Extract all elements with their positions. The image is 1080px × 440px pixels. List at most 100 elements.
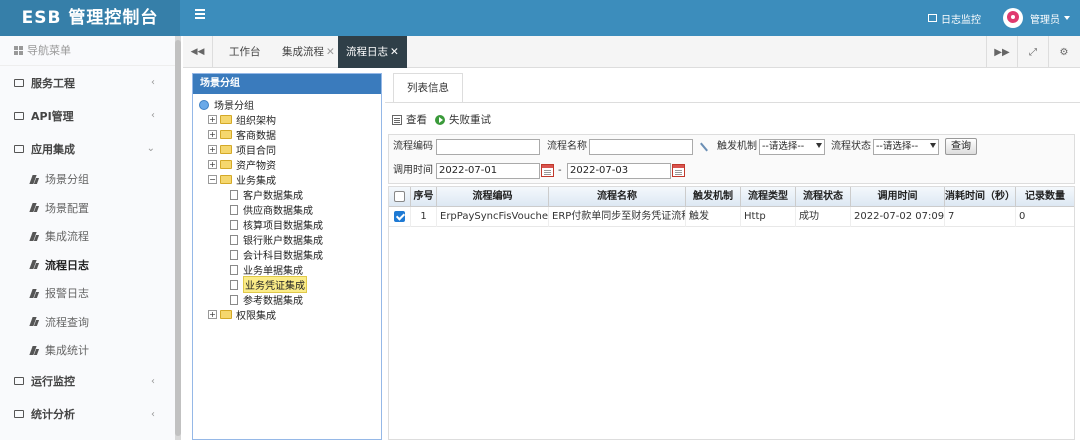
expand-icon[interactable]: +	[208, 115, 217, 124]
tree-root[interactable]: 场景分组	[199, 97, 254, 112]
row-checkbox[interactable]	[394, 210, 405, 222]
status-select[interactable]: --请选择--	[873, 139, 939, 155]
fullscreen-icon[interactable]: ⤢	[1017, 36, 1048, 68]
tree-node[interactable]: + 组织架构	[208, 112, 276, 127]
expand-icon[interactable]: +	[208, 130, 217, 139]
chevron-left-icon: ‹	[151, 77, 155, 88]
tab-label: 工作台	[229, 46, 261, 58]
column-header[interactable]: 记录数量	[1016, 187, 1074, 207]
tree-leaf[interactable]: 客户数据集成	[230, 187, 303, 202]
sidebar-group-integration[interactable]: 应用集成 ⌄	[0, 132, 177, 165]
tree-node[interactable]: + 项目合同	[208, 142, 276, 157]
user-name[interactable]: 管理员	[1030, 11, 1060, 26]
chevron-left-icon: ‹	[151, 110, 155, 121]
chevron-left-icon: ‹	[151, 408, 155, 420]
trigger-select[interactable]: --请选择--	[759, 139, 825, 155]
bolt-icon	[30, 346, 39, 355]
expand-icon[interactable]: +	[208, 310, 217, 319]
tab-label: 集成流程	[282, 46, 324, 58]
expand-icon[interactable]: +	[208, 145, 217, 154]
tab-scroll-right-icon[interactable]: ▶▶	[986, 36, 1017, 68]
tab-list-info[interactable]: 列表信息	[393, 73, 463, 103]
tree-leaf[interactable]: 银行账户数据集成	[230, 232, 323, 247]
close-icon[interactable]: ✕	[326, 46, 335, 58]
name-input[interactable]	[589, 139, 693, 155]
tree-node[interactable]: + 资产物资	[208, 157, 276, 172]
folder-icon	[14, 410, 24, 418]
tree-node-label: 客商数据	[236, 131, 276, 142]
view-label: 查看	[406, 114, 427, 126]
folder-icon	[220, 130, 232, 139]
tree-leaf[interactable]: 参考数据集成	[230, 292, 303, 307]
column-header[interactable]: 流程编码	[437, 187, 549, 207]
tree-node[interactable]: + 客商数据	[208, 127, 276, 142]
expand-icon[interactable]: +	[208, 160, 217, 169]
column-header[interactable]: 触发机制	[686, 187, 741, 207]
sidebar-group-label: 统计分析	[31, 408, 75, 421]
menu-toggle-icon[interactable]	[195, 9, 205, 19]
tab-workbench[interactable]: 工作台	[221, 36, 269, 68]
date-from-input[interactable]: 2022-07-01	[436, 163, 540, 179]
sidebar-item-label: 场景分组	[45, 173, 89, 187]
tree-node[interactable]: − 业务集成	[208, 172, 276, 187]
sidebar-group-api[interactable]: API管理 ‹	[0, 99, 177, 132]
column-header[interactable]: 流程类型	[741, 187, 796, 207]
view-button[interactable]: 查看	[392, 112, 427, 127]
calendar-icon[interactable]	[672, 164, 685, 177]
tree-node-label: 会计科目数据集成	[243, 251, 323, 262]
monitor-icon	[928, 14, 937, 22]
top-navbar: ESB 管理控制台 日志监控 管理员	[0, 0, 1080, 36]
sidebar-group-service[interactable]: 服务工程 ‹	[0, 66, 177, 99]
sidebar-scrollbar[interactable]	[175, 36, 181, 440]
select-all-checkbox[interactable]	[394, 190, 405, 202]
magic-wand-icon[interactable]	[699, 142, 709, 152]
tree-leaf[interactable]: 会计科目数据集成	[230, 247, 323, 262]
tree-leaf-selected[interactable]: 业务凭证集成	[230, 276, 307, 293]
collapse-icon[interactable]: −	[208, 175, 217, 184]
date-separator: -	[558, 165, 562, 176]
file-icon	[230, 249, 238, 260]
sidebar-item-scene-config[interactable]: 场景配置	[0, 194, 177, 223]
tree-node-label: 业务集成	[236, 176, 276, 187]
tree-leaf[interactable]: 业务单据集成	[230, 262, 303, 277]
sidebar-item-flow-log[interactable]: 流程日志	[0, 251, 177, 280]
bolt-icon	[30, 203, 39, 212]
row-type: Http	[741, 207, 796, 227]
sidebar-item-integration-flow[interactable]: 集成流程	[0, 222, 177, 251]
nav-header: 导航菜单	[0, 36, 177, 66]
close-icon[interactable]: ✕	[390, 46, 399, 58]
tab-integration-flow[interactable]: 集成流程 ✕	[274, 36, 343, 68]
caret-down-icon[interactable]	[1064, 16, 1070, 20]
sidebar-group-stats[interactable]: 统计分析 ‹	[0, 398, 177, 431]
tree-node[interactable]: + 权限集成	[208, 307, 276, 322]
column-header[interactable]: 流程状态	[796, 187, 851, 207]
folder-icon	[220, 310, 232, 319]
tree-leaf[interactable]: 供应商数据集成	[230, 202, 313, 217]
gear-icon[interactable]: ⚙	[1048, 36, 1079, 68]
column-header[interactable]: 消耗时间（秒）	[945, 187, 1016, 207]
globe-icon	[199, 99, 209, 110]
code-input[interactable]	[436, 139, 540, 155]
column-header[interactable]: 流程名称	[549, 187, 686, 207]
sidebar-item-integration-stats[interactable]: 集成统计	[0, 336, 177, 365]
avatar[interactable]	[1003, 8, 1023, 28]
sidebar-item-flow-query[interactable]: 流程查询	[0, 308, 177, 337]
date-to-input[interactable]: 2022-07-03	[567, 163, 671, 179]
log-monitor-link[interactable]: 日志监控	[928, 11, 981, 26]
tree-leaf[interactable]: 核算项目数据集成	[230, 217, 323, 232]
table-row[interactable]: 1 ErpPaySyncFisVoucher ERP付款单同步至财务凭证流程 触…	[389, 207, 1074, 227]
row-code: ErpPaySyncFisVoucher	[437, 207, 549, 227]
retry-button[interactable]: 失败重试	[435, 112, 491, 127]
column-header[interactable]: 序号	[411, 187, 437, 207]
bolt-icon	[30, 317, 39, 326]
tab-scroll-left-icon[interactable]: ◀◀	[183, 36, 213, 68]
sidebar-group-monitor[interactable]: 运行监控 ‹	[0, 365, 177, 398]
query-button[interactable]: 查询	[945, 138, 977, 155]
sidebar-item-scene-group[interactable]: 场景分组	[0, 165, 177, 194]
file-icon	[230, 189, 238, 200]
sidebar-item-alarm-log[interactable]: 报警日志	[0, 279, 177, 308]
calendar-icon[interactable]	[541, 164, 554, 177]
tab-flow-log[interactable]: 流程日志 ✕	[338, 36, 407, 68]
column-header[interactable]: 调用时间	[851, 187, 945, 207]
row-no: 1	[411, 207, 437, 227]
